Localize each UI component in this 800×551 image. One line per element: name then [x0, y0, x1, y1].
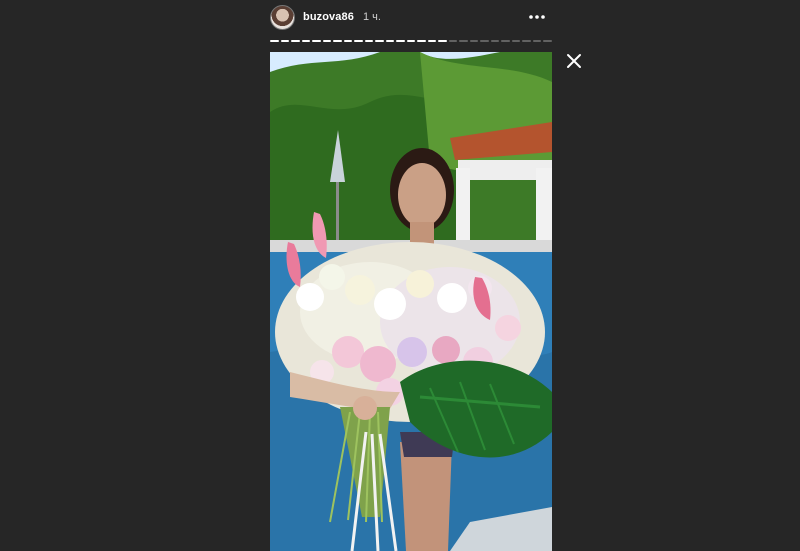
progress-segment	[459, 40, 468, 42]
story-image[interactable]	[270, 52, 552, 551]
progress-segment	[312, 40, 321, 42]
story-viewer: buzova86 1 ч.	[0, 0, 800, 551]
progress-segment	[354, 40, 363, 42]
progress-segment	[427, 40, 437, 42]
progress-segment	[375, 40, 384, 42]
progress-segment	[396, 40, 405, 42]
more-options-button[interactable]	[528, 8, 546, 26]
progress-segment	[364, 40, 374, 42]
progress-segment	[469, 40, 479, 42]
story-header: buzova86 1 ч.	[270, 0, 552, 34]
more-horizontal-icon	[529, 15, 545, 19]
progress-segment	[480, 40, 489, 42]
progress-segment	[301, 40, 311, 42]
progress-segment	[417, 40, 426, 42]
progress-segment	[543, 40, 552, 42]
progress-segment	[522, 40, 531, 42]
avatar[interactable]	[270, 4, 295, 30]
progress-segment	[333, 40, 342, 42]
progress-segment	[322, 40, 332, 42]
story-progress-bar	[270, 40, 552, 42]
progress-segment	[532, 40, 542, 42]
progress-segment	[511, 40, 521, 42]
progress-segment	[385, 40, 395, 42]
timestamp: 1 ч.	[362, 11, 381, 23]
username[interactable]: buzova86	[303, 11, 354, 23]
progress-segment	[490, 40, 500, 42]
progress-segment	[406, 40, 416, 42]
story-photo	[270, 52, 552, 551]
progress-segment	[438, 40, 447, 42]
close-icon	[567, 54, 581, 68]
progress-segment	[343, 40, 353, 42]
close-button[interactable]	[566, 53, 582, 69]
progress-segment	[501, 40, 510, 42]
progress-segment	[448, 40, 458, 42]
progress-segment	[280, 40, 290, 42]
progress-segment	[291, 40, 300, 42]
progress-segment	[270, 40, 279, 42]
